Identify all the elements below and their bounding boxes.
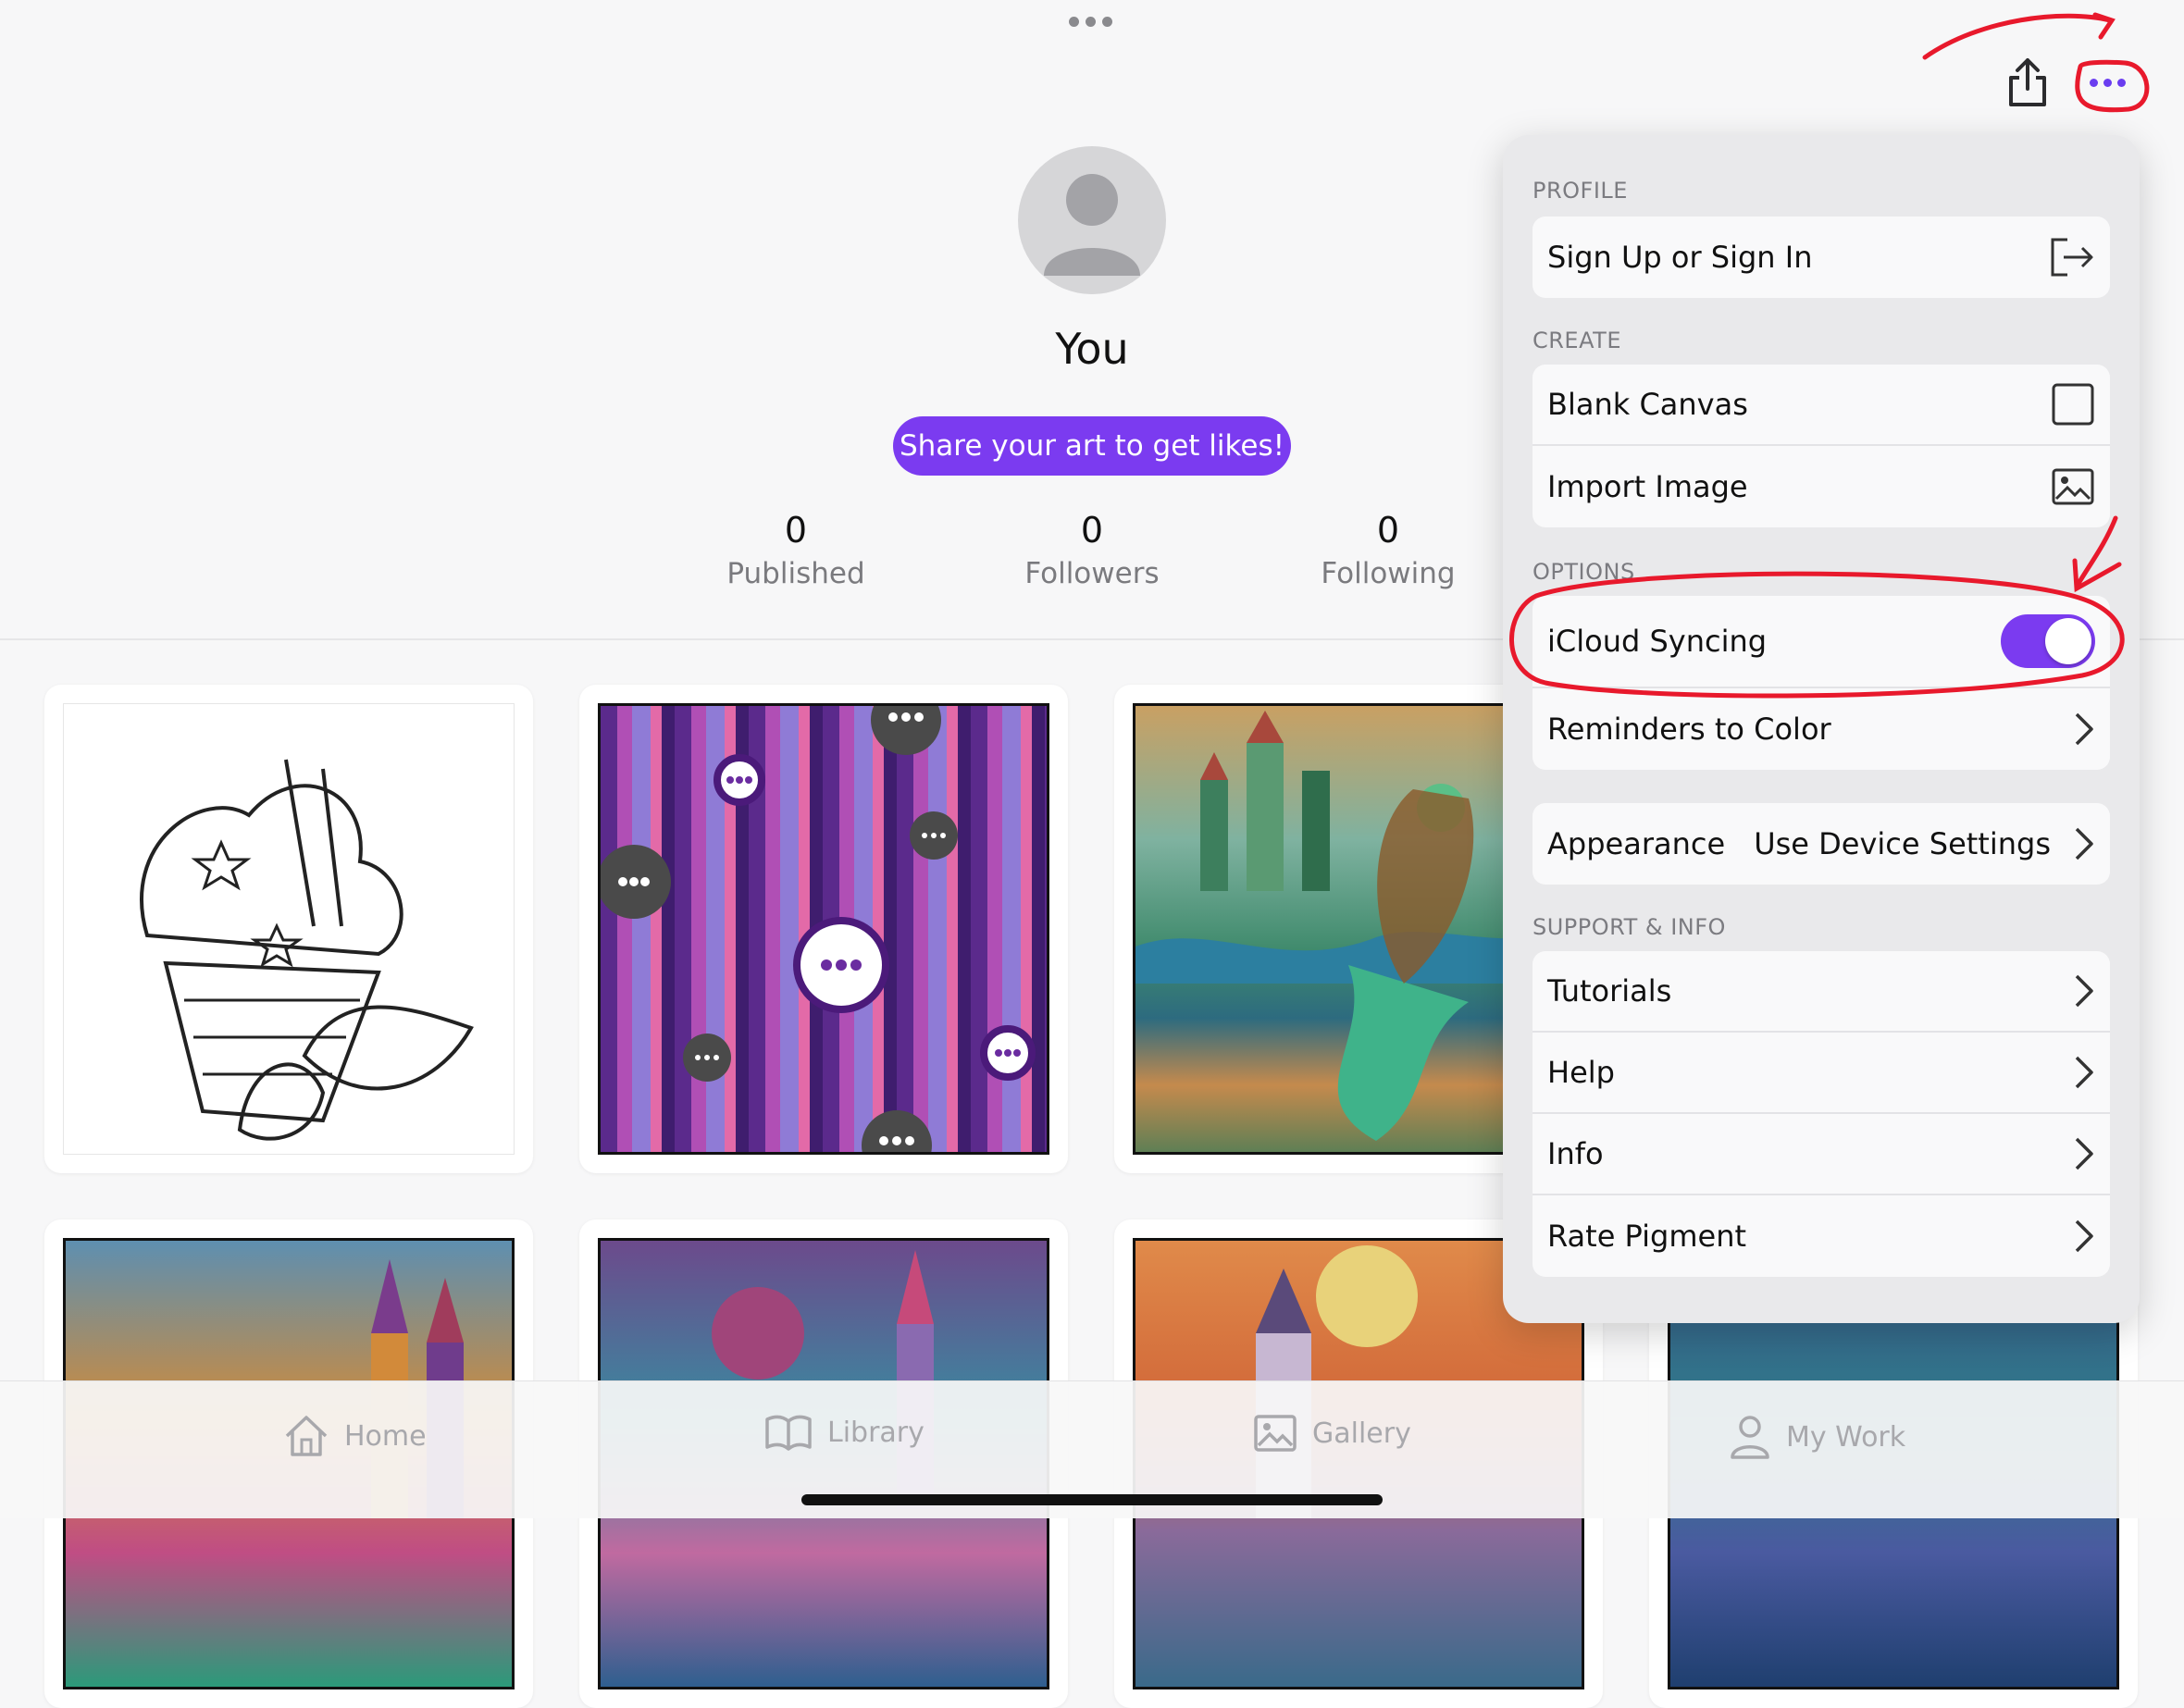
annotation-circle-icloud <box>1509 571 2125 699</box>
red-annotations <box>1509 12 2150 699</box>
annotation-circle-more <box>2075 59 2150 113</box>
annotation-arrow-top <box>1922 13 2113 60</box>
